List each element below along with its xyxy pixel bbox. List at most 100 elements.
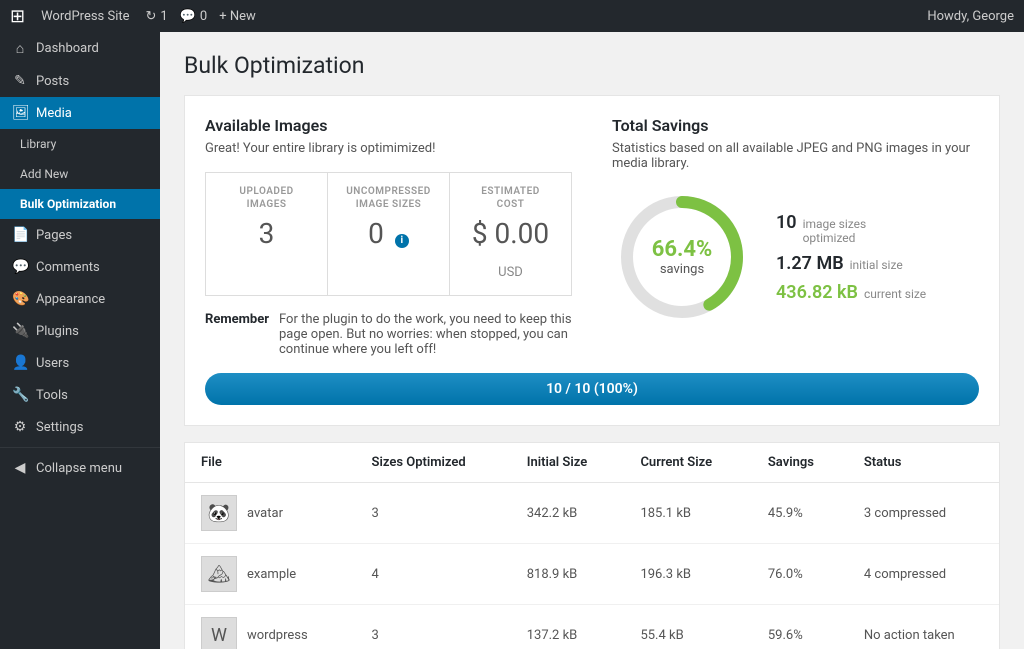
pages-icon: 📄 bbox=[12, 227, 28, 243]
initial-1: 818.9 kB bbox=[511, 544, 625, 605]
sidebar-collapse[interactable]: ◀ Collapse menu bbox=[0, 452, 160, 484]
current-2: 55.4 kB bbox=[624, 605, 751, 649]
stat-uploaded-value: 3 bbox=[222, 217, 311, 250]
stat-cost-label: ESTIMATEDCOST bbox=[466, 185, 555, 211]
sidebar-item-pages[interactable]: 📄 Pages bbox=[0, 219, 160, 251]
total-savings-section: Total Savings Statistics based on all av… bbox=[612, 116, 979, 357]
stat-uncompressed-value: 0 i bbox=[344, 217, 433, 250]
savings-stat-initial: 1.27 MB initial size bbox=[776, 253, 926, 274]
savings-stat-current: 436.82 kB current size bbox=[776, 282, 926, 303]
status-2: No action taken bbox=[848, 605, 999, 649]
sidebar-divider bbox=[0, 447, 160, 448]
sidebar-item-tools[interactable]: 🔧 Tools bbox=[0, 379, 160, 411]
col-sizes: Sizes Optimized bbox=[356, 443, 511, 483]
comments-count[interactable]: 💬 0 bbox=[180, 9, 208, 24]
initial-0: 342.2 kB bbox=[511, 483, 625, 544]
sidebar-label-settings: Settings bbox=[36, 420, 83, 435]
donut-chart: 66.4% savings bbox=[612, 187, 752, 327]
file-cell-0: 🐼 avatar bbox=[185, 483, 356, 544]
howdy: Howdy, George bbox=[927, 9, 1014, 24]
table-header: File Sizes Optimized Initial Size Curren… bbox=[185, 443, 999, 483]
sidebar-label-collapse: Collapse menu bbox=[36, 461, 122, 476]
status-0: 3 compressed bbox=[848, 483, 999, 544]
wp-logo: ⊞ bbox=[10, 6, 25, 27]
current-desc: current size bbox=[864, 287, 926, 301]
remember-row: Remember For the plugin to do the work, … bbox=[205, 312, 572, 357]
file-name-2: wordpress bbox=[247, 628, 308, 643]
sidebar-item-plugins[interactable]: 🔌 Plugins bbox=[0, 315, 160, 347]
sidebar-label-add-new: Add New bbox=[20, 167, 68, 181]
sidebar-label-users: Users bbox=[36, 356, 69, 371]
stat-cost-value: $ 0.00 USD bbox=[466, 217, 555, 283]
sidebar: ⌂ Dashboard ✎ Posts 🖼 Media Library Add … bbox=[0, 32, 160, 649]
info-icon[interactable]: i bbox=[395, 234, 409, 248]
optimized-desc: image sizesoptimized bbox=[803, 217, 867, 245]
files-table: File Sizes Optimized Initial Size Curren… bbox=[185, 443, 999, 649]
file-thumb-2: W bbox=[201, 617, 237, 649]
new-button[interactable]: + New bbox=[219, 9, 256, 24]
sidebar-item-appearance[interactable]: 🎨 Appearance bbox=[0, 283, 160, 315]
current-1: 196.3 kB bbox=[624, 544, 751, 605]
sidebar-label-pages: Pages bbox=[36, 228, 72, 243]
progress-text: 10 / 10 (100%) bbox=[546, 381, 638, 397]
sidebar-item-comments[interactable]: 💬 Comments bbox=[0, 251, 160, 283]
sidebar-item-settings[interactable]: ⚙ Settings bbox=[0, 411, 160, 443]
sidebar-item-users[interactable]: 👤 Users bbox=[0, 347, 160, 379]
sidebar-label-appearance: Appearance bbox=[36, 292, 105, 307]
topbar-items: ↻ 1 💬 0 + New bbox=[146, 9, 256, 24]
progress-bar: 10 / 10 (100%) bbox=[205, 373, 979, 405]
savings-stat-optimized: 10 image sizesoptimized bbox=[776, 212, 926, 245]
sidebar-label-plugins: Plugins bbox=[36, 324, 79, 339]
total-savings-subtitle: Statistics based on all available JPEG a… bbox=[612, 141, 979, 171]
available-images-title: Available Images bbox=[205, 116, 572, 135]
table-row: 🏔 example 4 818.9 kB 196.3 kB 76.0% 4 co… bbox=[185, 544, 999, 605]
dashboard-icon: ⌂ bbox=[12, 40, 28, 57]
main-card: Available Images Great! Your entire libr… bbox=[184, 95, 1000, 426]
topbar: ⊞ WordPress Site ↻ 1 💬 0 + New Howdy, Ge… bbox=[0, 0, 1024, 32]
sizes-0: 3 bbox=[356, 483, 511, 544]
col-file: File bbox=[185, 443, 356, 483]
comments-icon: 💬 bbox=[12, 259, 28, 275]
file-name-1: example bbox=[247, 567, 296, 582]
stat-uncompressed-label: UNCOMPRESSEDIMAGE SIZES bbox=[344, 185, 433, 211]
available-images-subtitle: Great! Your entire library is optimimize… bbox=[205, 141, 572, 156]
sidebar-item-bulk-optimization[interactable]: Bulk Optimization bbox=[0, 189, 160, 219]
col-savings: Savings bbox=[752, 443, 848, 483]
savings-2: 59.6% bbox=[752, 605, 848, 649]
table-body: 🐼 avatar 3 342.2 kB 185.1 kB 45.9% 3 com… bbox=[185, 483, 999, 649]
optimized-count: 10 bbox=[776, 212, 797, 233]
remember-label: Remember bbox=[205, 312, 269, 327]
col-current: Current Size bbox=[624, 443, 751, 483]
status-1: 4 compressed bbox=[848, 544, 999, 605]
stats-row: UPLOADEDIMAGES 3 UNCOMPRESSEDIMAGE SIZES… bbox=[205, 172, 572, 296]
sidebar-item-media[interactable]: 🖼 Media bbox=[0, 97, 160, 129]
progress-section: 10 / 10 (100%) bbox=[205, 373, 979, 405]
donut-label: savings bbox=[652, 262, 713, 277]
col-initial: Initial Size bbox=[511, 443, 625, 483]
savings-1: 76.0% bbox=[752, 544, 848, 605]
stat-cost: ESTIMATEDCOST $ 0.00 USD bbox=[450, 173, 571, 295]
donut-center: 66.4% savings bbox=[652, 237, 713, 277]
sizes-2: 3 bbox=[356, 605, 511, 649]
savings-0: 45.9% bbox=[752, 483, 848, 544]
settings-icon: ⚙ bbox=[12, 419, 28, 435]
sidebar-item-posts[interactable]: ✎ Posts bbox=[0, 65, 160, 97]
main-content: Bulk Optimization Available Images Great… bbox=[160, 32, 1024, 649]
sidebar-item-library[interactable]: Library bbox=[0, 129, 160, 159]
page-title: Bulk Optimization bbox=[184, 52, 1000, 79]
file-thumb-0: 🐼 bbox=[201, 495, 237, 531]
col-status: Status bbox=[848, 443, 999, 483]
sidebar-label-library: Library bbox=[20, 137, 56, 151]
savings-stats: 10 image sizesoptimized 1.27 MB initial … bbox=[776, 212, 926, 303]
stat-uploaded-images: UPLOADEDIMAGES 3 bbox=[206, 173, 328, 295]
site-name[interactable]: WordPress Site bbox=[41, 9, 129, 24]
total-savings-title: Total Savings bbox=[612, 116, 979, 135]
file-thumb-1: 🏔 bbox=[201, 556, 237, 592]
table-row: 🐼 avatar 3 342.2 kB 185.1 kB 45.9% 3 com… bbox=[185, 483, 999, 544]
sidebar-label-media: Media bbox=[36, 106, 72, 121]
file-cell-1: 🏔 example bbox=[185, 544, 356, 605]
updates-count[interactable]: ↻ 1 bbox=[146, 9, 168, 24]
file-cell-2: W wordpress bbox=[185, 605, 356, 649]
sidebar-item-add-new[interactable]: Add New bbox=[0, 159, 160, 189]
sidebar-item-dashboard[interactable]: ⌂ Dashboard bbox=[0, 32, 160, 65]
